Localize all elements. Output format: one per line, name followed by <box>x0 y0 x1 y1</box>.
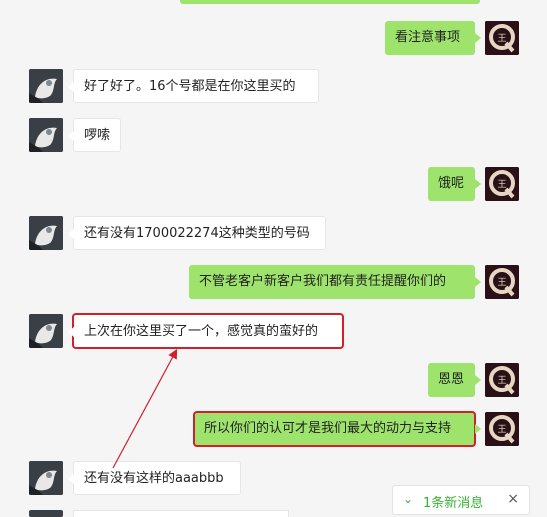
message-bubble-incoming-highlighted[interactable]: 上次在你这里买了一个，感觉真的蛮好的 <box>68 313 344 349</box>
message-row: 上次在你这里买了一个，感觉真的蛮好的 <box>0 313 547 349</box>
previous-message-bubble <box>180 0 480 4</box>
q-logo-icon: 王 <box>485 265 519 299</box>
own-avatar[interactable]: 王 <box>485 363 519 397</box>
message-bubble-incoming[interactable]: 好了好了。16个号都是在你这里买的 <box>68 69 319 103</box>
message-row: 所以你们的认可才是我们最大的动力与支持 王 <box>0 411 547 447</box>
contact-avatar[interactable] <box>29 510 63 517</box>
contact-avatar[interactable] <box>29 69 63 103</box>
message-row: 好了好了。16个号都是在你这里买的 <box>0 69 547 103</box>
message-row: 恩恩 王 <box>0 363 547 397</box>
contact-avatar[interactable] <box>29 118 63 152</box>
contact-avatar[interactable] <box>29 314 63 348</box>
message-bubble-incoming[interactable]: 还有没有这样的aaabbb <box>68 461 241 495</box>
contact-avatar[interactable] <box>29 216 63 250</box>
svg-text:王: 王 <box>497 179 506 190</box>
new-message-toast[interactable]: ⌄ 1条新消息 × <box>392 485 530 515</box>
svg-text:王: 王 <box>497 277 506 288</box>
q-logo-icon: 王 <box>485 167 519 201</box>
message-row: 饿呢 王 <box>0 167 547 201</box>
contact-avatar-image-icon <box>29 461 63 495</box>
message-bubble-outgoing-highlighted[interactable]: 所以你们的认可才是我们最大的动力与支持 <box>193 411 481 447</box>
message-row: 不管老客户新客户我们都有责任提醒你们的 王 <box>0 265 547 299</box>
svg-text:王: 王 <box>497 375 506 386</box>
message-bubble-outgoing[interactable]: 恩恩 <box>428 363 481 397</box>
own-avatar[interactable]: 王 <box>485 21 519 55</box>
q-logo-icon: 王 <box>485 21 519 55</box>
contact-avatar-image-icon <box>29 314 63 348</box>
svg-text:王: 王 <box>497 33 506 44</box>
message-bubble-outgoing[interactable]: 饿呢 <box>428 167 481 201</box>
message-bubble-incoming-partial <box>73 510 289 517</box>
own-avatar[interactable]: 王 <box>485 167 519 201</box>
contact-avatar[interactable] <box>29 461 63 495</box>
message-bubble-outgoing[interactable]: 不管老客户新客户我们都有责任提醒你们的 <box>189 265 481 299</box>
message-bubble-incoming[interactable]: 还有没有1700022274这种类型的号码 <box>68 216 326 250</box>
svg-text:王: 王 <box>497 424 506 435</box>
contact-avatar-image-icon <box>29 216 63 250</box>
message-row: 看注意事项 王 <box>0 21 547 55</box>
message-row: 还有没有1700022274这种类型的号码 <box>0 216 547 250</box>
message-bubble-outgoing[interactable]: 看注意事项 <box>385 21 481 55</box>
own-avatar[interactable]: 王 <box>485 265 519 299</box>
own-avatar[interactable]: 王 <box>485 412 519 446</box>
contact-avatar-image-icon <box>29 69 63 103</box>
message-row: 啰嗦 <box>0 118 547 152</box>
q-logo-icon: 王 <box>485 363 519 397</box>
message-bubble-incoming[interactable]: 啰嗦 <box>68 118 121 152</box>
new-message-label[interactable]: 1条新消息 <box>423 492 483 511</box>
q-logo-icon: 王 <box>485 412 519 446</box>
close-icon[interactable]: × <box>507 491 519 507</box>
chevron-down-icon[interactable]: ⌄ <box>403 492 413 506</box>
contact-avatar-image-icon <box>29 118 63 152</box>
